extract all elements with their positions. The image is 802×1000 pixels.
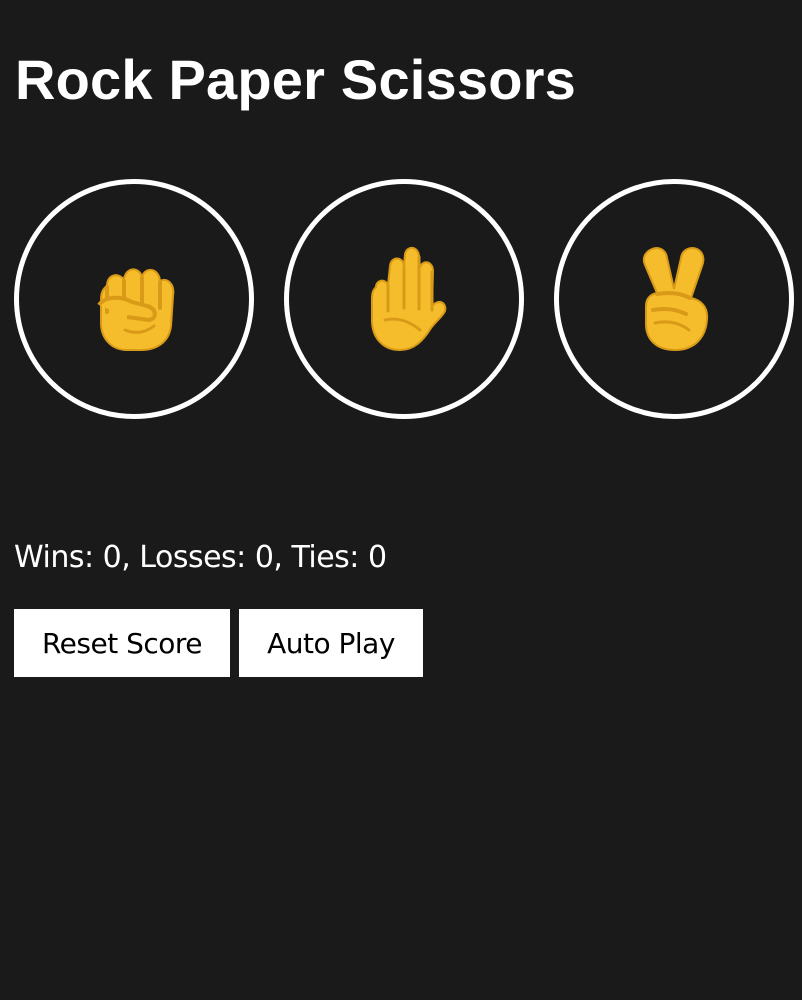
auto-play-button[interactable]: Auto Play [239, 609, 423, 677]
rock-paper-scissors-page: Rock Paper Scissors Wins: 0, Losses: 0, … [0, 0, 802, 1000]
reset-score-button[interactable]: Reset Score [14, 609, 230, 677]
raised-fist-icon [97, 268, 175, 351]
rock-button[interactable] [14, 179, 254, 419]
paper-button[interactable] [284, 179, 524, 419]
score-display: Wins: 0, Losses: 0, Ties: 0 [14, 540, 387, 575]
raised-hand-icon [371, 246, 447, 352]
victory-hand-icon [642, 247, 709, 352]
page-title: Rock Paper Scissors [15, 48, 576, 111]
game-controls: Reset Score Auto Play [14, 609, 423, 677]
scissors-button[interactable] [554, 179, 794, 419]
move-buttons [14, 179, 794, 419]
